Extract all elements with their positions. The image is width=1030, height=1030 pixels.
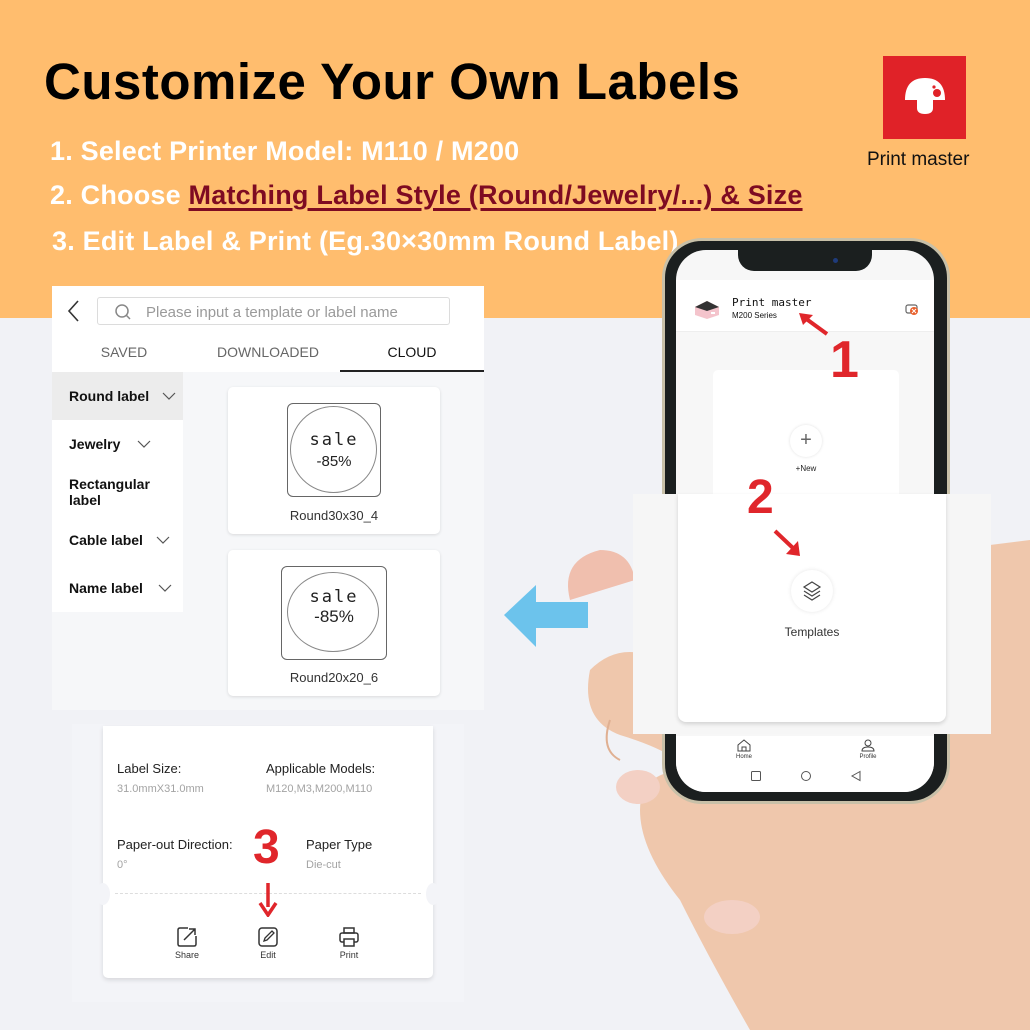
edit-button[interactable]: Edit (248, 926, 288, 960)
printer-series[interactable]: M200 Series (732, 311, 777, 320)
print-button[interactable]: Print (329, 926, 369, 960)
bottom-nav: Home Profile (676, 736, 934, 792)
step-marker-1: 1 (830, 331, 859, 389)
print-label: Print (339, 950, 359, 960)
new-label: +New (795, 464, 817, 473)
templates-label: Templates (784, 625, 840, 639)
red-arrow-icon (258, 883, 278, 917)
category-label: Name label (69, 580, 143, 596)
tab-saved[interactable]: SAVED (52, 336, 196, 372)
thumbnail-text-line2: -85% (314, 607, 354, 626)
category-rectangular-label[interactable]: Rectangular label (52, 468, 183, 516)
models-value: M120,M3,M200,M110 (266, 783, 373, 795)
direction-value: 0° (117, 859, 128, 871)
direction-label: Paper-out Direction: (117, 837, 233, 852)
category-label: Round label (69, 388, 150, 404)
app-logo (883, 56, 966, 139)
template-name: Round30x30_4 (289, 508, 379, 523)
chevron-down-icon (162, 392, 176, 400)
paper-type-label: Paper Type (306, 837, 373, 852)
chevron-down-icon (137, 440, 151, 448)
nav-profile-label: Profile (859, 754, 877, 760)
search-box[interactable] (97, 297, 450, 325)
thumbnail-text-line1: sale (309, 430, 359, 450)
template-thumbnail: sale -85% (281, 566, 387, 660)
category-jewelry[interactable]: Jewelry (52, 420, 183, 468)
step-2-prefix: 2. Choose (50, 180, 189, 210)
step-3-text: 3. Edit Label & Print (Eg.30×30mm Round … (52, 226, 679, 256)
layers-icon (802, 581, 822, 601)
back-triangle-icon[interactable] (850, 770, 862, 782)
chevron-down-icon (156, 536, 170, 544)
recent-apps-icon[interactable] (750, 770, 762, 782)
label-size-value: 31.0mmX31.0mm (117, 783, 204, 795)
template-card[interactable]: sale -85% Round30x30_4 (228, 387, 440, 534)
front-camera (833, 258, 838, 263)
app-title: Print master (732, 296, 812, 309)
ticket-notch (426, 883, 440, 905)
profile-icon (861, 739, 875, 752)
template-top-bar (52, 286, 484, 336)
red-arrow-icon (773, 529, 800, 556)
template-name: Round20x20_6 (289, 670, 379, 685)
red-arrow-icon (799, 313, 829, 336)
printer-device-icon (695, 301, 719, 319)
tab-cloud[interactable]: CLOUD (340, 336, 484, 372)
thumbnail-text-line2: -85% (316, 453, 352, 470)
home-circle-icon[interactable] (800, 770, 812, 782)
template-card[interactable]: sale -85% Round20x20_6 (228, 550, 440, 696)
tab-bar: SAVED DOWNLOADED CLOUD (52, 336, 484, 372)
category-list: Round label Jewelry Rectangular label Ca… (52, 372, 183, 612)
new-label-card: + +New (713, 370, 899, 510)
search-input[interactable] (146, 302, 441, 322)
templates-zoom-overlay: Templates (633, 494, 991, 734)
category-name-label[interactable]: Name label (52, 564, 183, 612)
search-icon (115, 304, 131, 320)
thumbnail-text-line1: sale (309, 587, 359, 607)
templates-button[interactable] (791, 570, 833, 612)
edit-label: Edit (260, 950, 276, 960)
tab-downloaded[interactable]: DOWNLOADED (196, 336, 340, 372)
category-label: Cable label (69, 532, 143, 548)
step-2-text: 2. Choose Matching Label Style (Round/Je… (50, 180, 803, 211)
template-thumbnail: sale -85% (287, 403, 381, 497)
printer-icon (339, 927, 359, 947)
edit-icon (258, 927, 278, 947)
chevron-down-icon (158, 584, 172, 592)
label-size-label: Label Size: (117, 761, 182, 776)
back-icon[interactable] (64, 298, 84, 324)
templates-card: Templates (678, 494, 946, 722)
template-list-screen: SAVED DOWNLOADED CLOUD Round label Jewel… (52, 286, 484, 710)
new-button[interactable]: + (790, 425, 822, 457)
category-label: Rectangular label (69, 476, 150, 508)
home-icon (737, 739, 751, 752)
ticket-notch (96, 883, 110, 905)
category-label: Jewelry (69, 436, 121, 452)
step-marker-3: 3 (253, 821, 280, 874)
headline: Customize Your Own Labels (44, 53, 741, 110)
nav-home-label: Home (735, 754, 752, 760)
logo-text: Print master (867, 149, 970, 170)
phone-notch (738, 247, 872, 271)
nav-home[interactable]: Home (724, 739, 764, 760)
share-label: Share (174, 950, 200, 960)
step-1-text: 1. Select Printer Model: M110 / M200 (50, 136, 520, 166)
step-marker-2: 2 (747, 471, 774, 524)
printer-disconnected-icon[interactable] (905, 302, 919, 316)
nav-profile[interactable]: Profile (848, 739, 888, 760)
mushroom-icon (905, 78, 945, 114)
share-icon (177, 927, 197, 947)
share-button[interactable]: Share (167, 926, 207, 960)
paper-type-value: Die-cut (306, 859, 341, 871)
models-label: Applicable Models: (266, 761, 376, 776)
category-cable-label[interactable]: Cable label (52, 516, 183, 564)
category-round-label[interactable]: Round label (52, 372, 183, 420)
step-2-highlight: Matching Label Style (Round/Jewelry/...)… (188, 180, 803, 210)
